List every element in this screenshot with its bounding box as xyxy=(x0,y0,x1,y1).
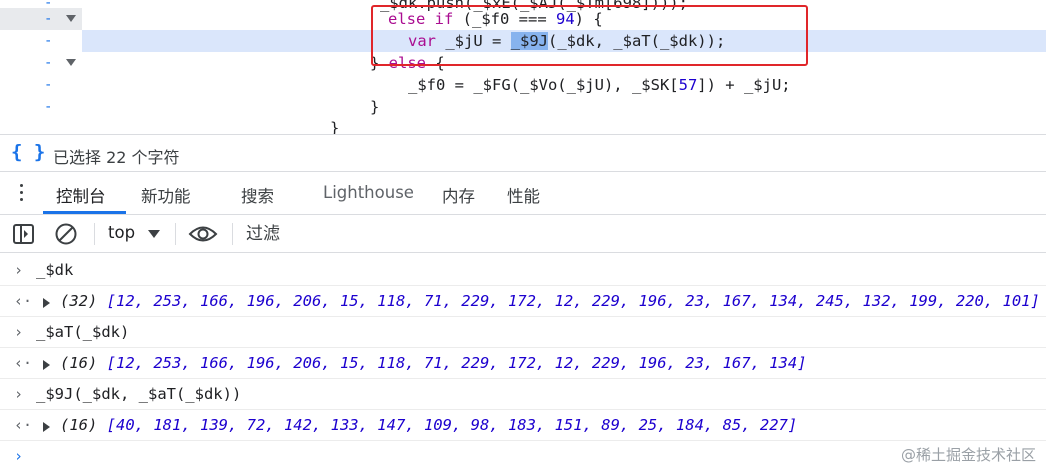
line-marker: - xyxy=(44,33,53,49)
active-tab-indicator xyxy=(43,211,126,214)
drawer-tab-bar: 控制台 新功能 搜索 Lighthouse 内存 性能 xyxy=(0,172,1046,215)
prompt-chevron-icon: › xyxy=(14,261,24,279)
console-prompt-row[interactable]: › xyxy=(0,441,1046,472)
console-input-text[interactable]: _$9J(_$dk, _$aT(_$dk)) xyxy=(36,379,241,410)
tab-search[interactable]: 搜索 xyxy=(241,183,274,207)
line-gutter: - xyxy=(0,30,82,52)
console-result-row: ‹· (32) [12, 253, 166, 196, 206, 15, 118… xyxy=(0,286,1046,317)
prompt-chevron-icon: › xyxy=(14,323,24,341)
array-preview[interactable]: (16) [40, 181, 139, 72, 142, 133, 147, 1… xyxy=(60,410,797,441)
fold-arrow-icon[interactable] xyxy=(66,15,76,22)
pretty-print-icon[interactable]: { } xyxy=(11,141,45,163)
array-values: [12, 253, 166, 196, 206, 15, 118, 71, 22… xyxy=(106,354,807,372)
return-arrow-icon: ‹· xyxy=(14,354,33,372)
line-gutter: - xyxy=(0,8,82,30)
clear-console-icon[interactable] xyxy=(54,222,78,246)
array-values: [12, 253, 166, 196, 206, 15, 118, 71, 22… xyxy=(106,292,1040,310)
console-input-text[interactable]: _$dk xyxy=(36,255,73,286)
chevron-down-icon[interactable] xyxy=(148,230,160,238)
console-input-row: › _$dk xyxy=(0,255,1046,286)
code-editor[interactable]: - _$dk.push(_$xE(_$AJ(_$Tm[698]))); - el… xyxy=(0,0,1046,134)
more-tabs-icon[interactable] xyxy=(20,184,24,204)
tab-lighthouse[interactable]: Lighthouse xyxy=(323,183,414,202)
expand-triangle-icon[interactable] xyxy=(43,360,50,370)
line-marker: - xyxy=(44,55,53,71)
line-gutter: - xyxy=(0,74,82,96)
tab-memory[interactable]: 内存 xyxy=(442,183,475,207)
number-literal: 57 xyxy=(678,76,698,94)
expand-triangle-icon[interactable] xyxy=(43,298,50,308)
prompt-chevron-icon: › xyxy=(14,385,24,403)
toolbar-separator xyxy=(232,223,233,245)
live-expression-eye-icon[interactable] xyxy=(188,224,218,244)
line-marker: - xyxy=(44,77,53,93)
code-text: } xyxy=(330,119,340,134)
code-text: } xyxy=(370,98,380,116)
code-line: } xyxy=(0,117,1046,134)
watermark: @稀土掘金技术社区 xyxy=(900,446,1036,464)
console-toolbar: top xyxy=(0,215,1046,253)
array-length: (32) xyxy=(60,292,98,310)
array-preview[interactable]: (16) [12, 253, 166, 196, 206, 15, 118, 7… xyxy=(60,348,807,379)
return-arrow-icon: ‹· xyxy=(14,292,33,310)
array-length: (16) xyxy=(60,354,98,372)
array-preview[interactable]: (32) [12, 253, 166, 196, 206, 15, 118, 7… xyxy=(60,286,1040,317)
console-input-row: › _$aT(_$dk) xyxy=(0,317,1046,348)
console-input-caret-icon: › xyxy=(14,447,24,465)
toolbar-separator xyxy=(175,223,176,245)
line-marker: - xyxy=(44,11,53,27)
expand-triangle-icon[interactable] xyxy=(43,422,50,432)
line-gutter: - xyxy=(0,52,82,74)
context-selector[interactable]: top xyxy=(108,223,135,242)
tab-console[interactable]: 控制台 xyxy=(56,183,106,207)
console-input-row: › _$9J(_$dk, _$aT(_$dk)) xyxy=(0,379,1046,410)
console-output: › _$dk ‹· (32) [12, 253, 166, 196, 206, … xyxy=(0,253,1046,473)
filter-input[interactable] xyxy=(240,220,1030,248)
return-arrow-icon: ‹· xyxy=(14,416,33,434)
code-token: _$f0 = _$FG(_$Vo(_$jU), _$SK[ xyxy=(408,76,679,94)
array-values: [40, 181, 139, 72, 142, 133, 147, 109, 9… xyxy=(106,416,798,434)
line-marker: - xyxy=(44,99,53,115)
code-text: _$f0 = _$FG(_$Vo(_$jU), _$SK[57]) + _$jU… xyxy=(408,74,791,96)
annotation-highlight-box xyxy=(371,5,808,66)
sidebar-toggle-icon[interactable] xyxy=(12,223,36,245)
toolbar-separator xyxy=(94,223,95,245)
console-input-text[interactable]: _$aT(_$dk) xyxy=(36,317,129,348)
fold-arrow-icon[interactable] xyxy=(66,59,76,66)
code-line: - _$f0 = _$FG(_$Vo(_$jU), _$SK[57]) + _$… xyxy=(0,74,1046,96)
console-result-row: ‹· (16) [40, 181, 139, 72, 142, 133, 147… xyxy=(0,410,1046,441)
line-gutter: - xyxy=(0,96,82,118)
tab-whats-new[interactable]: 新功能 xyxy=(141,183,191,207)
selection-status: 已选择 22 个字符 xyxy=(53,148,180,167)
code-token: ]) + _$jU; xyxy=(697,76,791,94)
code-line: - } xyxy=(0,96,1046,118)
console-result-row: ‹· (16) [12, 253, 166, 196, 206, 15, 118… xyxy=(0,348,1046,379)
array-length: (16) xyxy=(60,416,98,434)
tab-performance[interactable]: 性能 xyxy=(507,183,540,207)
editor-status-bar: { } 已选择 22 个字符 xyxy=(0,134,1046,172)
